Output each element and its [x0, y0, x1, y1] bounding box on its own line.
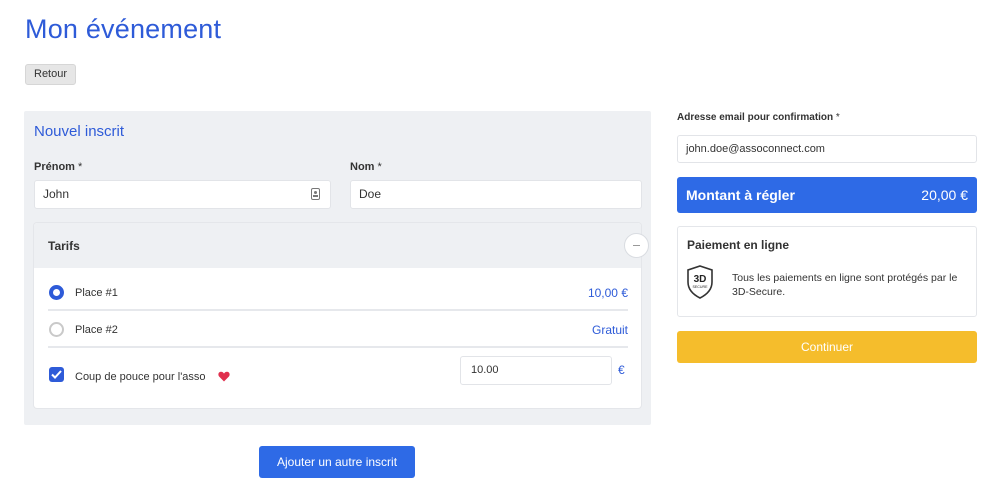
tip-currency: € — [618, 363, 625, 377]
heart-icon — [218, 371, 230, 382]
radio-place-2[interactable] — [49, 322, 64, 337]
tip-amount-input[interactable]: 10.00 — [460, 356, 612, 385]
tarifs-header[interactable]: Tarifs — [34, 223, 641, 268]
online-payment-text: Tous les paiements en ligne sont protégé… — [732, 272, 958, 298]
page-title: Mon événement — [25, 14, 222, 44]
firstname-label: Prénom * — [34, 161, 83, 173]
lastname-input[interactable]: Doe — [350, 180, 642, 209]
check-icon — [51, 370, 62, 379]
tip-checkbox[interactable] — [49, 367, 64, 382]
tarif-option-label: Place #2 — [75, 324, 118, 336]
radio-place-1[interactable] — [49, 285, 64, 300]
firstname-input[interactable]: John — [34, 180, 331, 209]
email-label: Adresse email pour confirmation * — [677, 112, 840, 123]
online-payment-card: Paiement en ligne 3D SECURE Tous les pai… — [677, 226, 977, 317]
tarif-option-label: Place #1 — [75, 287, 118, 299]
amount-due-label: Montant à régler — [686, 187, 795, 203]
add-registrant-button[interactable]: Ajouter un autre inscrit — [259, 446, 415, 478]
continue-button[interactable]: Continuer — [677, 331, 977, 363]
tarif-option-price: 10,00 € — [587, 286, 628, 300]
tarif-option-place-1[interactable]: Place #1 10,00 € — [48, 275, 628, 311]
online-payment-title: Paiement en ligne — [687, 238, 790, 252]
back-button[interactable]: Retour — [25, 64, 77, 85]
tarif-option-price: Gratuit — [591, 323, 628, 337]
collapse-icon[interactable] — [624, 233, 649, 258]
email-input[interactable]: john.doe@assoconnect.com — [677, 135, 977, 163]
contact-card-icon[interactable] — [311, 188, 320, 200]
tarif-option-place-2[interactable]: Place #2 Gratuit — [48, 312, 628, 348]
badge-line-1: 3D — [694, 274, 707, 285]
lastname-value: Doe — [359, 187, 382, 201]
tarifs-title: Tarifs — [48, 239, 80, 253]
lastname-label: Nom * — [350, 161, 382, 173]
divider — [48, 346, 628, 348]
badge-line-2: SECURE — [693, 285, 709, 289]
amount-due-value: 20,00 € — [921, 187, 968, 203]
firstname-value: John — [43, 187, 70, 201]
tip-label: Coup de pouce pour l'asso — [75, 371, 206, 383]
amount-due-bar: Montant à régler 20,00 € — [677, 177, 977, 213]
3d-secure-shield-icon: 3D SECURE — [687, 265, 713, 299]
divider — [48, 309, 628, 311]
registrant-panel-title: Nouvel inscrit — [34, 123, 125, 140]
